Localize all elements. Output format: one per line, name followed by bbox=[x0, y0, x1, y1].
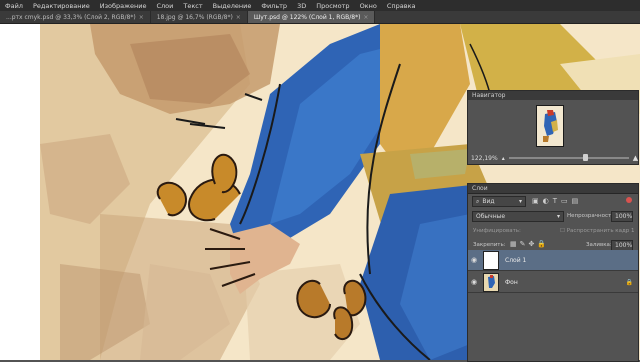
layers-panel: Слои ⌕ Вид ▾ ▣◐T▭▤ Обычные ▾ Непрозрачно… bbox=[467, 183, 639, 362]
zoom-slider[interactable] bbox=[508, 154, 629, 161]
lock-icons: ▦✎✥🔒 bbox=[510, 240, 549, 248]
zoom-out-icon[interactable]: ▴ bbox=[502, 155, 505, 162]
document-tab-bar: ...ртх cmyk.psd @ 33,3% (Слой 2, RGB/8*)… bbox=[0, 11, 640, 24]
menu-select[interactable]: Выделение bbox=[208, 2, 257, 10]
navigator-preview[interactable] bbox=[468, 100, 638, 153]
zoom-slider-knob[interactable] bbox=[582, 154, 588, 161]
blend-mode-select[interactable]: Обычные ▾ bbox=[472, 211, 564, 222]
layer-kind-filter[interactable]: ⌕ Вид ▾ bbox=[472, 196, 526, 207]
layer-thumbnail bbox=[483, 272, 499, 292]
chevron-down-icon: ▾ bbox=[556, 213, 560, 220]
tab-label: 18.jpg @ 16,7% (RGB/8*) bbox=[156, 13, 233, 21]
layer-name[interactable]: Слой 1 bbox=[505, 257, 526, 264]
layer-row-2[interactable]: ◉ Фон 🔒 bbox=[468, 272, 638, 293]
tab-label: ...ртх cmyk.psd @ 33,3% (Слой 2, RGB/8*) bbox=[6, 13, 136, 21]
tab-document-1[interactable]: ...ртх cmyk.psd @ 33,3% (Слой 2, RGB/8*)… bbox=[0, 11, 151, 23]
propagate-frame-checkbox[interactable]: ☐ Распространить кадр 1 bbox=[560, 228, 635, 234]
menu-3d[interactable]: 3D bbox=[292, 2, 311, 10]
type-filter-icon[interactable]: T bbox=[553, 197, 561, 205]
layers-title: Слои bbox=[468, 184, 638, 194]
shape-filter-icon[interactable]: ▭ bbox=[561, 197, 572, 205]
menu-image[interactable]: Изображение bbox=[95, 2, 152, 10]
opacity-label: Непрозрачность: bbox=[567, 213, 617, 219]
opacity-field[interactable]: 100% bbox=[611, 211, 633, 222]
visibility-eye-icon[interactable]: ◉ bbox=[468, 278, 480, 286]
visibility-eye-icon[interactable]: ◉ bbox=[468, 256, 480, 264]
checkbox-icon: ☐ bbox=[560, 228, 565, 234]
close-icon[interactable]: × bbox=[363, 14, 368, 21]
menu-filter[interactable]: Фильтр bbox=[256, 2, 292, 10]
pixel-filter-icon[interactable]: ▣ bbox=[532, 197, 543, 205]
menu-help[interactable]: Справка bbox=[382, 2, 421, 10]
tab-label: Шут.psd @ 122% (Слой 1, RGB/8*) bbox=[253, 13, 361, 21]
layer-row-1[interactable]: ◉ Слой 1 bbox=[468, 250, 638, 271]
lock-transparency-icon[interactable]: ▦ bbox=[510, 240, 520, 248]
layer-name[interactable]: Фон bbox=[505, 279, 518, 286]
menu-view[interactable]: Просмотр bbox=[311, 2, 354, 10]
menu-window[interactable]: Окно bbox=[355, 2, 382, 10]
close-icon[interactable]: × bbox=[236, 14, 241, 21]
tab-document-3[interactable]: Шут.psd @ 122% (Слой 1, RGB/8*) × bbox=[247, 11, 376, 23]
lock-pixels-icon[interactable]: ✎ bbox=[520, 240, 529, 248]
filter-toggle-icon[interactable] bbox=[626, 197, 632, 203]
search-icon: ⌕ bbox=[476, 197, 480, 205]
lock-label: Закрепить: bbox=[473, 242, 506, 248]
filter-icons: ▣◐T▭▤ bbox=[532, 197, 582, 205]
unify-label: Унифицировать: bbox=[473, 228, 521, 234]
lock-icon: 🔒 bbox=[625, 278, 633, 286]
menu-bar: Файл Редактирование Изображение Слои Тек… bbox=[0, 0, 640, 11]
navigator-panel: Навигатор 122,19% ▴ ▲ bbox=[467, 90, 639, 165]
smart-filter-icon[interactable]: ▤ bbox=[572, 197, 583, 205]
layer-thumbnail bbox=[483, 250, 499, 270]
menu-layers[interactable]: Слои bbox=[151, 2, 178, 10]
fill-label: Заливка: bbox=[586, 242, 612, 248]
lock-all-icon[interactable]: 🔒 bbox=[537, 240, 549, 248]
tab-document-2[interactable]: 18.jpg @ 16,7% (RGB/8*) × bbox=[151, 11, 248, 23]
menu-file[interactable]: Файл bbox=[0, 2, 28, 10]
zoom-value[interactable]: 122,19% bbox=[471, 155, 498, 162]
chevron-down-icon: ▾ bbox=[518, 198, 522, 205]
adjustment-filter-icon[interactable]: ◐ bbox=[543, 197, 553, 205]
menu-edit[interactable]: Редактирование bbox=[28, 2, 95, 10]
menu-type[interactable]: Текст bbox=[178, 2, 207, 10]
close-icon[interactable]: × bbox=[139, 14, 144, 21]
navigator-zoom-row: 122,19% ▴ ▲ bbox=[468, 153, 638, 163]
navigator-thumbnail[interactable] bbox=[536, 105, 564, 147]
zoom-in-icon[interactable]: ▲ bbox=[633, 154, 638, 162]
